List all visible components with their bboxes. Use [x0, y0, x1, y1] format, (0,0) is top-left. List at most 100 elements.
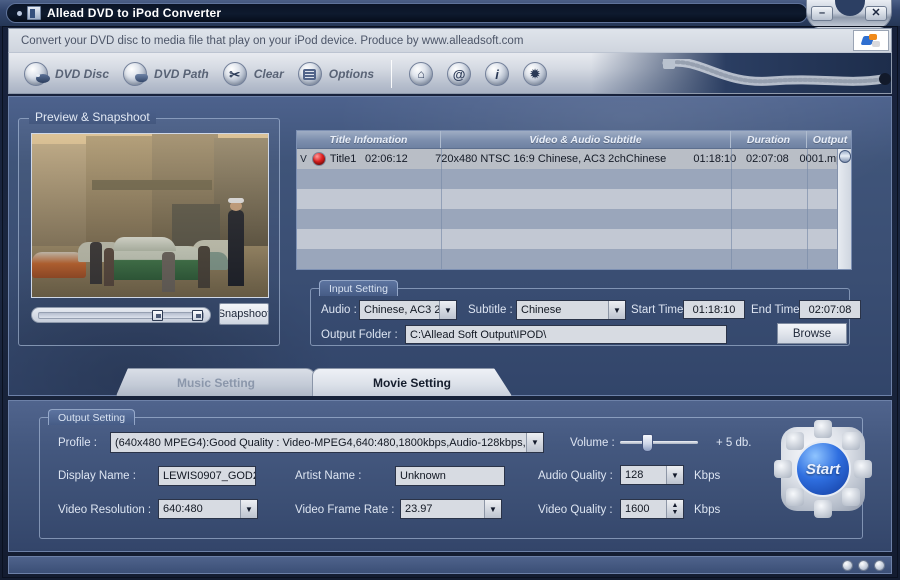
artist-name-label: Artist Name : [295, 470, 361, 482]
display-name-label: Display Name : [58, 470, 136, 482]
start-time-input[interactable]: 01:18:10 [683, 300, 745, 319]
audio-select[interactable]: Chinese, AC3 2c ▼ [359, 300, 457, 320]
start-button[interactable]: Start [781, 427, 865, 511]
start-button-core[interactable]: Start [795, 441, 851, 497]
output-folder-input[interactable]: C:\Allead Soft Output\IPOD\ [405, 325, 727, 344]
allead-logo-icon [853, 30, 889, 51]
window-title: Allead DVD to iPod Converter [47, 6, 221, 20]
tab-music-setting[interactable]: Music Setting [116, 368, 316, 396]
toolbar-label-clear: Clear [254, 67, 284, 81]
toolbar-label-dvd-path: DVD Path [154, 67, 209, 81]
banner-text: Convert your DVD disc to media file that… [21, 35, 523, 47]
minimize-button[interactable]: – [811, 6, 833, 21]
audio-quality-unit: Kbps [694, 470, 720, 482]
table-row[interactable] [297, 169, 852, 189]
table-row[interactable] [297, 189, 852, 209]
dvd-title-icon [312, 152, 326, 166]
title-bullet-icon [17, 11, 22, 16]
video-quality-value: 1600 [621, 500, 666, 518]
title-list-rows: V Title1 02:06:12 720x480 NTSC 16:9 Chin… [297, 149, 852, 270]
info-icon: i [485, 62, 509, 86]
video-frame-rate-select[interactable]: 23.97 ▼ [400, 499, 502, 519]
preview-video-frame[interactable] [31, 133, 269, 298]
chevron-down-icon[interactable]: ▼ [439, 301, 456, 319]
profile-select[interactable]: (640x480 MPEG4):Good Quality : Video-MPE… [110, 432, 544, 453]
title-list-header: Title Infomation Video & Audio Subtitle … [297, 131, 852, 149]
browse-button[interactable]: Browse [777, 323, 847, 344]
toolbar-button-dvd-path[interactable]: DVD Path [116, 53, 216, 94]
cell-title-name: Title1 [330, 153, 365, 165]
status-dot-icon [842, 560, 853, 571]
subtitle-select-value: Chinese [517, 301, 608, 319]
chevron-down-icon[interactable]: ▼ [240, 500, 257, 518]
slider-track [38, 312, 204, 319]
toolbar-button-home[interactable]: ⌂ [402, 53, 440, 94]
spinner-up-down-icon[interactable]: ▲▼ [666, 500, 683, 518]
column-header-output[interactable]: Output [807, 131, 852, 148]
close-button[interactable]: ✕ [865, 6, 887, 21]
status-dot-icon [874, 560, 885, 571]
volume-label: Volume : [570, 437, 615, 449]
status-indicator-dots [842, 560, 885, 571]
toolbar: DVD Disc DVD Path ✂ Clear Options ⌂ @ [8, 52, 892, 94]
volume-slider-track [620, 441, 698, 444]
display-name-input[interactable]: LEWIS0907_GOD2 [158, 466, 256, 486]
input-setting-title: Input Setting [319, 280, 398, 296]
subtitle-label: Subtitle : [468, 304, 513, 316]
artist-name-input[interactable]: Unknown [395, 466, 505, 486]
slider-thumb-end[interactable] [192, 310, 203, 321]
video-resolution-select[interactable]: 640:480 ▼ [158, 499, 258, 519]
toolbar-button-dvd-disc[interactable]: DVD Disc [17, 53, 116, 94]
output-setting-group: Output Setting Profile : (640x480 MPEG4)… [39, 417, 863, 539]
table-row[interactable]: V Title1 02:06:12 720x480 NTSC 16:9 Chin… [297, 149, 852, 169]
table-row[interactable] [297, 229, 852, 249]
audio-quality-select[interactable]: 128 ▼ [620, 465, 684, 485]
title-bar: Allead DVD to iPod Converter – ✕ [0, 0, 900, 26]
window-controls-plate: – ✕ [806, 0, 892, 30]
setting-tabs: Music Setting Movie Setting [116, 368, 536, 396]
application-window: Allead DVD to iPod Converter – ✕ Convert… [0, 0, 900, 580]
audio-select-value: Chinese, AC3 2c [360, 301, 439, 319]
end-time-input[interactable]: 02:07:08 [799, 300, 861, 319]
video-frame-rate-value: 23.97 [401, 500, 484, 518]
toolbar-button-register[interactable]: ✹ [516, 53, 554, 94]
volume-slider-thumb[interactable] [642, 434, 653, 452]
scrollbar-thumb[interactable] [839, 150, 851, 163]
toolbar-button-clear[interactable]: ✂ Clear [216, 53, 291, 94]
end-time-label: End Time : [751, 304, 806, 316]
chevron-down-icon[interactable]: ▼ [484, 500, 501, 518]
toolbar-button-email[interactable]: @ [440, 53, 478, 94]
chevron-down-icon[interactable]: ▼ [666, 466, 683, 484]
row-checkbox[interactable]: V [297, 154, 310, 165]
table-row[interactable] [297, 209, 852, 229]
toolbar-button-options[interactable]: Options [291, 53, 381, 94]
toolbar-divider [391, 60, 392, 88]
audio-label: Audio : [321, 304, 357, 316]
preview-trim-slider[interactable] [31, 307, 211, 323]
ipod-icon [27, 6, 41, 20]
toolbar-button-info[interactable]: i [478, 53, 516, 94]
chevron-down-icon[interactable]: ▼ [526, 433, 543, 452]
status-bar [8, 556, 892, 574]
snapshot-button[interactable]: Snapshoot [219, 303, 269, 325]
home-icon: ⌂ [409, 62, 433, 86]
video-frame-rate-label: Video Frame Rate : [295, 504, 395, 516]
title-pill: Allead DVD to iPod Converter [6, 3, 808, 23]
dvd-path-folder-icon [123, 62, 147, 86]
table-row[interactable] [297, 249, 852, 269]
column-header-video-audio-subtitle[interactable]: Video & Audio Subtitle [441, 131, 731, 148]
dvd-disc-icon [24, 62, 48, 86]
title-list-scrollbar[interactable] [837, 149, 851, 270]
volume-slider[interactable] [620, 435, 698, 449]
chevron-down-icon[interactable]: ▼ [608, 301, 625, 319]
options-gear-icon [298, 62, 322, 86]
start-time-label: Start Time : [631, 304, 690, 316]
tab-movie-setting[interactable]: Movie Setting [312, 368, 512, 396]
video-quality-stepper[interactable]: 1600 ▲▼ [620, 499, 684, 519]
slider-thumb-start[interactable] [152, 310, 163, 321]
cell-video-audio-subtitle: 720x480 NTSC 16:9 Chinese, AC3 2chChines… [435, 153, 693, 165]
column-header-duration[interactable]: Duration [731, 131, 807, 148]
column-header-title-information[interactable]: Title Infomation [297, 131, 441, 148]
profile-label: Profile : [58, 437, 97, 449]
subtitle-select[interactable]: Chinese ▼ [516, 300, 626, 320]
